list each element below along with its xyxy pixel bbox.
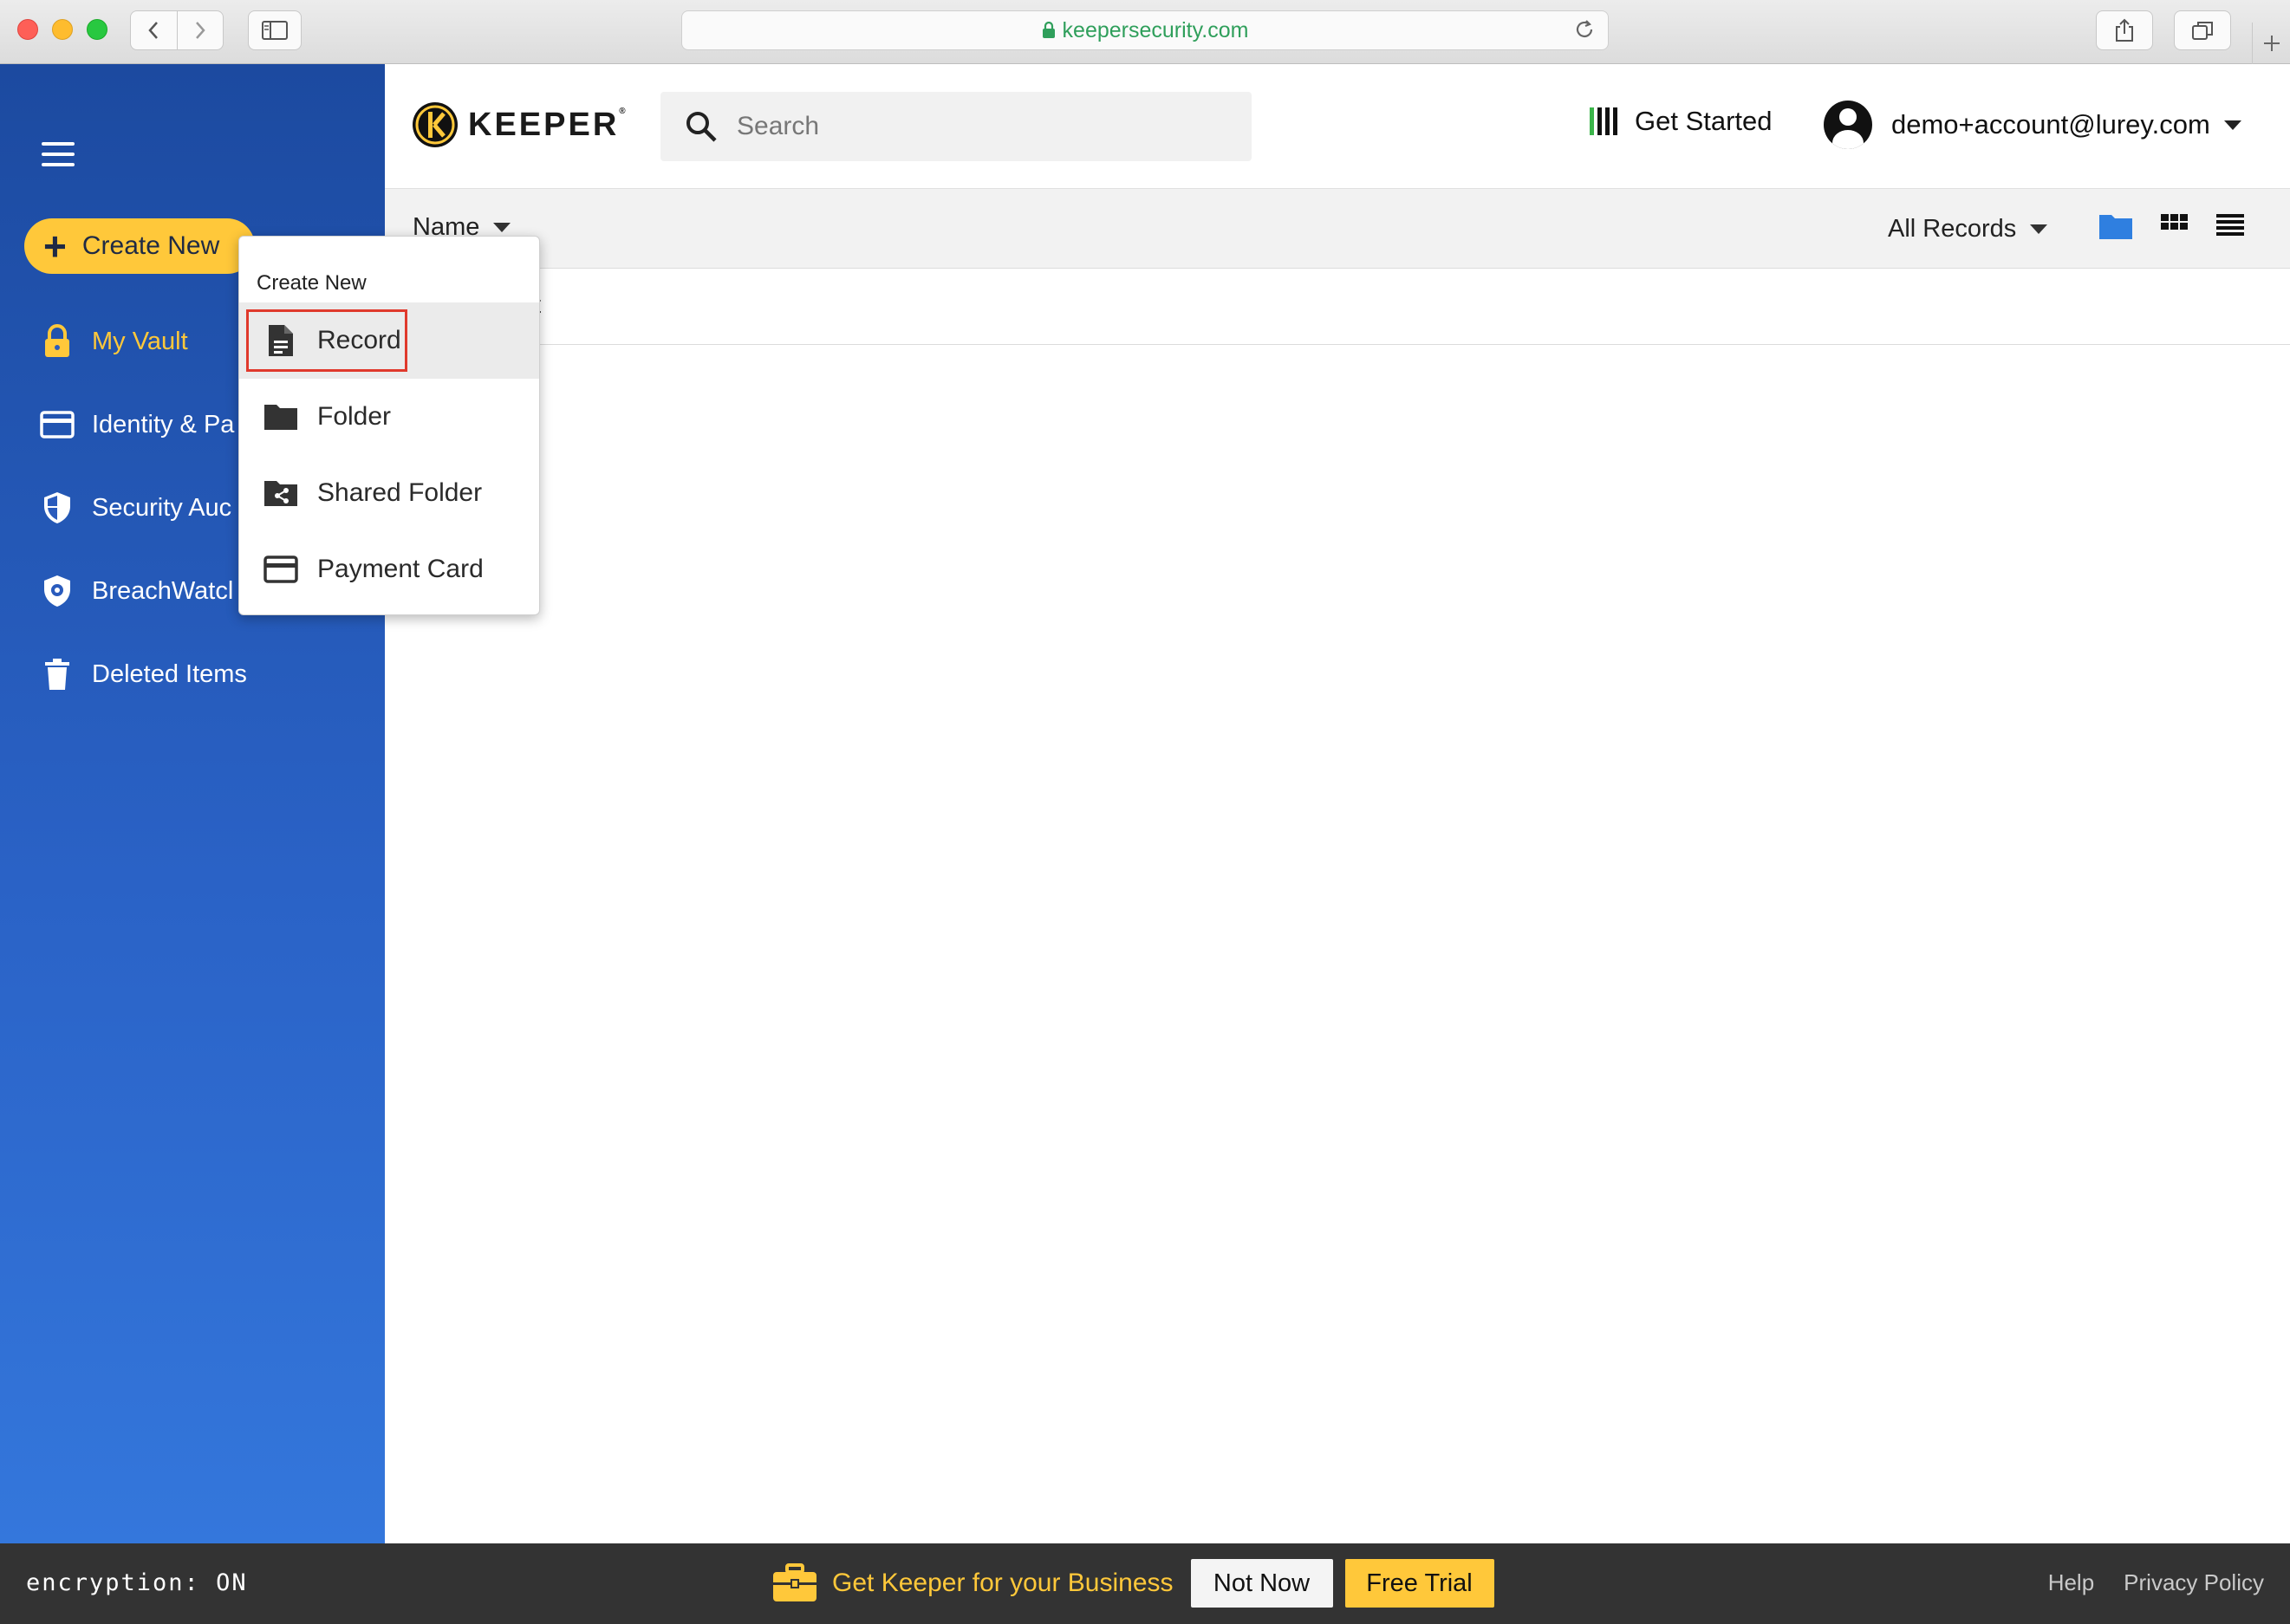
sidebar-icon [262, 21, 288, 40]
breachwatch-icon [38, 572, 76, 610]
minimize-window-button[interactable] [52, 19, 73, 40]
get-started-label: Get Started [1635, 106, 1773, 136]
share-icon [2116, 18, 2133, 42]
hamburger-menu-icon[interactable] [42, 142, 75, 168]
business-promo: Get Keeper for your Business Not Now Fre… [771, 1559, 1494, 1608]
briefcase-icon [773, 1563, 816, 1601]
view-switcher [2098, 211, 2271, 241]
privacy-policy-link[interactable]: Privacy Policy [2124, 1569, 2264, 1596]
chevron-down-icon [493, 223, 511, 232]
shared-folder-icon [262, 474, 300, 512]
lock-icon [38, 322, 76, 361]
menu-item-payment-card[interactable]: Payment Card [239, 531, 539, 607]
payment-card-icon [262, 550, 300, 588]
zoom-window-button[interactable] [87, 19, 107, 40]
menu-item-label: Payment Card [317, 555, 484, 583]
sidebar-item-label: Identity & Pa [92, 410, 235, 438]
records-filter-dropdown[interactable]: All Records [1888, 215, 2048, 244]
tabs-icon [2192, 22, 2213, 40]
chevron-down-icon [2030, 224, 2048, 234]
app-header: KEEPER® Get Started demo+account@lurey.c… [385, 64, 2290, 189]
sidebar-item-label: Security Auc [92, 493, 232, 522]
grid-view-icon[interactable] [2160, 213, 2189, 239]
highlight-box [246, 309, 407, 372]
plus-icon: + [43, 224, 67, 269]
filter-label: All Records [1888, 215, 2017, 243]
logo-text: KEEPER® [468, 106, 628, 143]
chevron-down-icon [2223, 120, 2241, 130]
search-input[interactable] [737, 112, 1222, 141]
account-email: demo+account@lurey.com [1891, 109, 2210, 140]
search-icon [686, 112, 717, 142]
avatar-icon [1824, 101, 1872, 149]
card-icon [38, 406, 76, 444]
sidebar-item-label: BreachWatcl [92, 576, 234, 605]
chevron-left-icon [148, 22, 159, 39]
forward-button[interactable] [176, 11, 224, 49]
sidebar-item-breachwatch[interactable]: BreachWatcl [38, 565, 233, 617]
keeper-logo-icon [413, 102, 458, 147]
create-new-label: Create New [81, 231, 220, 260]
sidebar-item-label: Deleted Items [92, 659, 247, 688]
encryption-status: encryption: ON [26, 1569, 248, 1596]
footer-links: Help Privacy Policy [2019, 1569, 2264, 1596]
create-new-button[interactable]: + Create New [24, 218, 255, 274]
footer-bar: encryption: ON Get Keeper for your Busin… [0, 1543, 2290, 1624]
chevron-right-icon [195, 22, 205, 39]
account-menu[interactable]: demo+account@lurey.com [1824, 101, 2241, 149]
plus-icon [2263, 36, 2280, 51]
get-started-button[interactable]: Get Started [1590, 106, 1773, 137]
lock-icon [1042, 22, 1055, 38]
reload-icon[interactable] [1573, 18, 1596, 41]
list-view-icon[interactable] [2215, 213, 2245, 239]
menu-item-label: Folder [317, 402, 392, 431]
sidebar-item-my-vault[interactable]: My Vault [38, 315, 188, 367]
new-tab-button[interactable] [2252, 23, 2290, 64]
tab-overview-button[interactable] [2174, 10, 2231, 50]
menu-title: Create New [257, 271, 367, 295]
menu-item-label: Shared Folder [317, 478, 483, 507]
menu-item-shared-folder[interactable]: Shared Folder [239, 455, 539, 531]
share-button[interactable] [2096, 10, 2153, 50]
help-link[interactable]: Help [2048, 1569, 2094, 1596]
shield-icon [38, 489, 76, 527]
browser-toolbar: keepersecurity.com [0, 0, 2290, 64]
sidebar-item-identity-payments[interactable]: Identity & Pa [38, 399, 234, 451]
menu-item-folder[interactable]: Folder [239, 379, 539, 455]
back-button[interactable] [131, 11, 177, 49]
create-new-menu: Create New Record Folder Shared Folder P… [238, 236, 540, 615]
progress-bars-icon [1590, 107, 1621, 135]
url-text: keepersecurity.com [1062, 17, 1249, 42]
address-bar[interactable]: keepersecurity.com [681, 10, 1609, 50]
sidebar-toggle-button[interactable] [248, 10, 302, 50]
free-trial-button[interactable]: Free Trial [1344, 1559, 1494, 1608]
trash-icon [38, 655, 76, 693]
folder-icon [262, 398, 300, 436]
keeper-logo: KEEPER® [411, 101, 628, 149]
sidebar-item-deleted-items[interactable]: Deleted Items [38, 648, 247, 700]
search-box[interactable] [660, 92, 1252, 161]
close-window-button[interactable] [17, 19, 38, 40]
vault-toolbar: Name All Records [385, 189, 2290, 269]
history-nav [130, 10, 224, 50]
promo-text: Get Keeper for your Business [832, 1569, 1174, 1597]
sidebar-item-security-audit[interactable]: Security Auc [38, 482, 231, 534]
folder-view-icon[interactable] [2098, 211, 2134, 241]
sidebar-item-label: My Vault [92, 327, 188, 355]
table-row[interactable]: t [385, 269, 2290, 345]
menu-item-record[interactable]: Record [239, 302, 539, 379]
not-now-button[interactable]: Not Now [1190, 1559, 1333, 1608]
